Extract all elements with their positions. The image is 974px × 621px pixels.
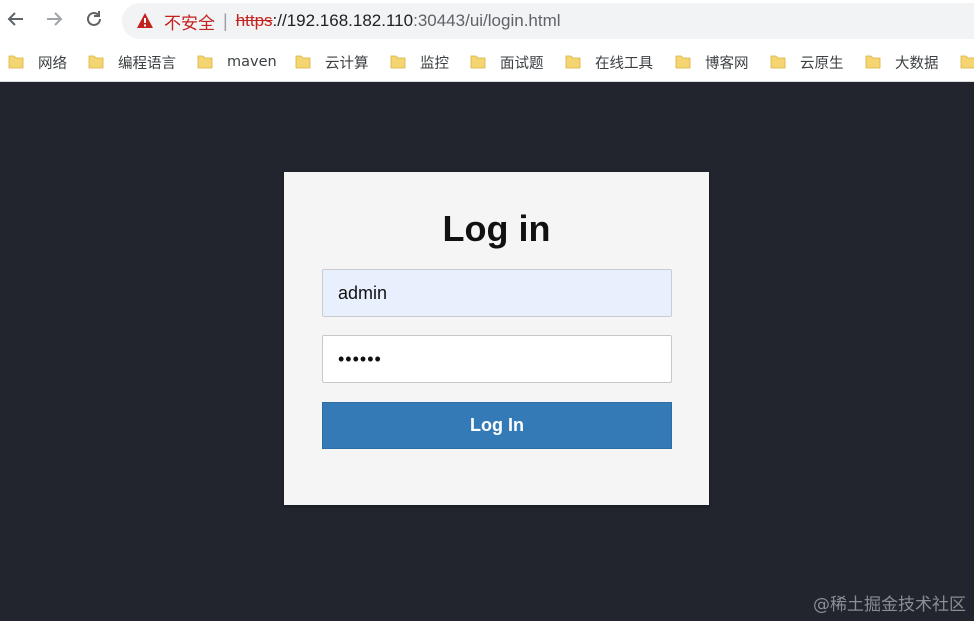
arrow-right-icon (44, 9, 64, 34)
bookmark-label: 在线工具 (595, 55, 653, 72)
watermark: @稀土掘金技术社区 (813, 595, 966, 615)
bookmark-folder[interactable]: 大数据 (865, 42, 939, 81)
url-host: ://192.168.182.110 (272, 11, 414, 30)
forward-button[interactable] (38, 5, 70, 37)
bookmark-folder[interactable]: 在线工具 (565, 42, 653, 81)
folder-icon (197, 55, 213, 69)
bookmark-folder-partial[interactable] (960, 42, 974, 81)
url-separator: | (223, 10, 228, 31)
bookmark-folder[interactable]: 编程语言 (88, 42, 176, 81)
warning-icon[interactable] (136, 12, 154, 30)
folder-icon (295, 55, 311, 69)
security-status-label[interactable]: 不安全 (164, 9, 215, 34)
folder-icon (960, 55, 974, 69)
bookmark-label: 博客网 (705, 55, 749, 72)
bookmark-label: 编程语言 (118, 55, 176, 72)
back-button[interactable] (0, 5, 32, 37)
bookmark-folder[interactable]: 面试题 (470, 42, 544, 81)
folder-icon (8, 55, 24, 69)
bookmark-folder[interactable]: 博客网 (675, 42, 749, 81)
bookmark-label: 云原生 (800, 55, 844, 72)
folder-icon (770, 55, 786, 69)
bookmark-label: 云计算 (325, 55, 369, 72)
folder-icon (470, 55, 486, 69)
url-scheme: https (235, 11, 273, 30)
url-port: :30443 (413, 11, 466, 30)
login-title: Log in (442, 208, 551, 249)
password-input[interactable] (322, 335, 672, 383)
bookmark-label: 网络 (38, 55, 67, 72)
arrow-left-icon (6, 9, 26, 34)
folder-icon (865, 55, 881, 69)
url-path: /ui/login.html (465, 11, 561, 30)
folder-icon (565, 55, 581, 69)
bookmark-folder[interactable]: 云原生 (770, 42, 844, 81)
folder-icon (675, 55, 691, 69)
login-button[interactable]: Log In (322, 402, 672, 449)
browser-toolbar: 不安全 | https://192.168.182.110:30443/ui/l… (0, 0, 974, 42)
bookmark-label: 监控 (420, 55, 449, 72)
reload-button[interactable] (78, 5, 110, 37)
folder-icon (88, 55, 104, 69)
bookmarks-bar: 网络 编程语言 maven 云计算 监控 面试题 在线工具 博客网 云原生 大数… (0, 42, 974, 82)
login-card: Log in Log In (284, 172, 709, 505)
address-bar[interactable]: 不安全 | https://192.168.182.110:30443/ui/l… (122, 3, 974, 39)
bookmark-label: 面试题 (500, 55, 544, 72)
reload-icon (84, 9, 104, 34)
url-text[interactable]: https://192.168.182.110:30443/ui/login.h… (236, 11, 561, 31)
folder-icon (390, 55, 406, 69)
username-input[interactable] (322, 269, 672, 317)
bookmark-folder[interactable]: 网络 (8, 42, 67, 81)
bookmark-folder[interactable]: 云计算 (295, 42, 369, 81)
bookmark-folder[interactable]: 监控 (390, 42, 449, 81)
bookmark-label: 大数据 (895, 55, 939, 72)
bookmark-folder[interactable]: maven (197, 42, 277, 81)
bookmark-label: maven (227, 54, 277, 70)
